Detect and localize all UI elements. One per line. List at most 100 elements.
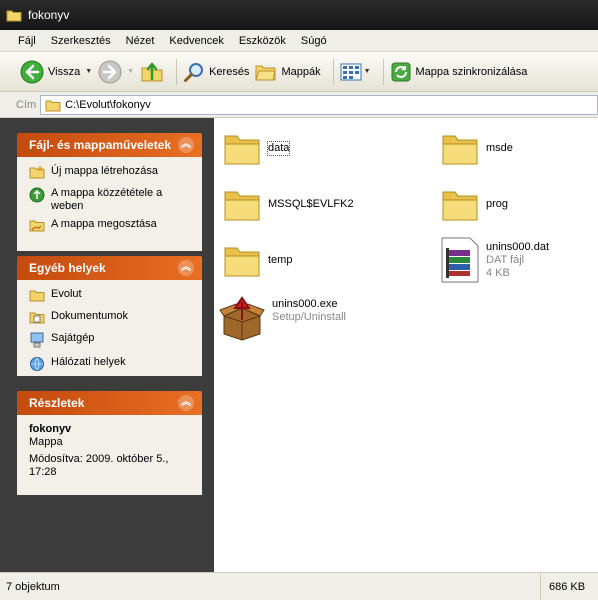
- details-panel-header[interactable]: Részletek ︽: [17, 391, 202, 415]
- collapse-icon[interactable]: ︽: [178, 395, 194, 411]
- file-text: unins000.exe Setup/Uninstall: [266, 298, 346, 324]
- toolbar-separator: [382, 58, 384, 85]
- menu-tools[interactable]: Eszközök: [239, 35, 286, 47]
- back-label: Vissza: [48, 65, 81, 78]
- task-share-folder[interactable]: A mappa megosztása: [29, 218, 192, 235]
- file-item-mssql[interactable]: MSSQL$EVLFK2: [222, 184, 354, 224]
- file-name: unins000.dat: [486, 240, 549, 253]
- task-publish-web[interactable]: A mappa közzététele a weben: [29, 187, 192, 213]
- file-list: data msde MSSQL$EVLFK2 prog temp unins00…: [214, 118, 598, 572]
- details-type: Mappa: [29, 436, 63, 448]
- file-folder-tasks-panel: Fájl- és mappaműveletek ︽ Új mappa létre…: [17, 133, 202, 251]
- menu-favorites[interactable]: Kedvencek: [169, 35, 223, 47]
- search-button[interactable]: Keresés: [183, 57, 249, 87]
- back-button[interactable]: Vissza ▼: [20, 57, 92, 87]
- menu-edit[interactable]: Szerkesztés: [51, 35, 111, 47]
- folder-icon: [45, 100, 61, 111]
- file-name: msde: [486, 141, 513, 154]
- tasks-panel-header[interactable]: Fájl- és mappaműveletek ︽: [17, 133, 202, 157]
- address-field[interactable]: C:\Evolut\fokonyv: [40, 94, 598, 115]
- place-label: Hálózati helyek: [51, 356, 126, 368]
- sync-icon: [391, 62, 411, 81]
- views-icon: [340, 63, 362, 80]
- folder-icon: [224, 247, 260, 277]
- search-icon: [184, 62, 204, 82]
- place-label: Dokumentumok: [51, 310, 129, 322]
- sync-folder-button[interactable]: Mappa szinkronizálása: [390, 57, 528, 87]
- file-item-unins-dat[interactable]: unins000.dat DAT fájl 4 KB: [440, 236, 549, 284]
- file-item-temp[interactable]: temp: [222, 240, 292, 280]
- address-label: Cím: [16, 98, 37, 111]
- file-item-data[interactable]: data: [222, 128, 291, 168]
- toolbar-separator: [332, 58, 334, 85]
- file-name: temp: [268, 253, 293, 266]
- share-folder-icon: [29, 218, 47, 235]
- status-object-count: 7 objektum: [6, 580, 60, 593]
- task-pane: Fájl- és mappaműveletek ︽ Új mappa létre…: [0, 118, 214, 572]
- file-type: Setup/Uninstall: [272, 311, 346, 323]
- place-label: Sajátgép: [51, 332, 95, 344]
- menu-help[interactable]: Súgó: [301, 35, 327, 47]
- place-documents[interactable]: Dokumentumok: [29, 310, 192, 327]
- search-label: Keresés: [209, 65, 250, 78]
- file-name: prog: [486, 197, 509, 210]
- other-places-panel: Egyéb helyek ︽ Evolut Dokumentumok Saját…: [17, 256, 202, 376]
- collapse-icon[interactable]: ︽: [178, 260, 194, 276]
- window-title: fokonyv: [28, 8, 70, 22]
- details-panel-title: Részletek: [29, 396, 85, 410]
- place-my-computer[interactable]: Sajátgép: [29, 332, 192, 351]
- title-bar: fokonyv: [0, 0, 598, 30]
- folders-button[interactable]: Mappák: [255, 57, 321, 87]
- address-path: C:\Evolut\fokonyv: [65, 98, 151, 111]
- collapse-icon[interactable]: ︽: [178, 137, 194, 153]
- toolbar-separator: [176, 58, 178, 85]
- places-panel-header[interactable]: Egyéb helyek ︽: [17, 256, 202, 280]
- place-evolut[interactable]: Evolut: [29, 288, 192, 305]
- documents-icon: [29, 310, 47, 327]
- tasks-panel-title: Fájl- és mappaműveletek: [29, 138, 172, 152]
- file-name: MSSQL$EVLFK2: [268, 197, 354, 210]
- task-label: Új mappa létrehozása: [51, 165, 159, 177]
- file-name: unins000.exe: [272, 298, 338, 310]
- back-dropdown-icon[interactable]: ▼: [85, 68, 92, 75]
- folder-icon: [442, 135, 478, 165]
- up-folder-icon: [141, 62, 163, 81]
- places-panel-title: Egyéb helyek: [29, 261, 106, 275]
- rar-archive-icon: [441, 237, 479, 283]
- task-new-folder[interactable]: Új mappa létrehozása: [29, 165, 192, 182]
- file-item-msde[interactable]: msde: [440, 128, 513, 168]
- details-panel: Részletek ︽ fokonyv Mappa Módosítva: 200…: [17, 391, 202, 495]
- file-text: unins000.dat DAT fájl 4 KB: [480, 241, 549, 280]
- views-dropdown-icon[interactable]: ▼: [364, 68, 371, 75]
- file-item-prog[interactable]: prog: [440, 184, 508, 224]
- task-label: A mappa megosztása: [51, 218, 157, 230]
- task-label: A mappa közzététele a weben: [51, 187, 163, 212]
- folders-label: Mappák: [281, 65, 321, 78]
- details-name: fokonyv: [29, 423, 72, 435]
- folder-icon: [6, 10, 22, 22]
- address-bar: Cím C:\Evolut\fokonyv: [0, 92, 598, 118]
- menu-file[interactable]: Fájl: [18, 35, 36, 47]
- views-button[interactable]: ▼: [340, 57, 371, 87]
- toolbar: Vissza ▼ ▼ Keresés Mappák ▼ Mappa szinkr…: [0, 52, 598, 92]
- sync-label: Mappa szinkronizálása: [415, 65, 528, 78]
- forward-button[interactable]: ▼: [98, 57, 134, 87]
- folder-icon: [224, 135, 260, 165]
- folder-icon: [224, 191, 260, 221]
- publish-web-icon: [29, 187, 47, 206]
- forward-dropdown-icon[interactable]: ▼: [127, 68, 134, 75]
- place-network[interactable]: Hálózati helyek: [29, 356, 192, 375]
- place-label: Evolut: [51, 288, 82, 300]
- forward-arrow-icon: [98, 60, 122, 83]
- folder-icon: [29, 288, 47, 305]
- status-bar: 7 objektum 686 KB: [0, 572, 598, 600]
- status-size: 686 KB: [540, 573, 598, 600]
- back-arrow-icon: [20, 60, 44, 83]
- network-places-icon: [29, 356, 47, 375]
- file-item-unins-exe[interactable]: unins000.exe Setup/Uninstall: [218, 294, 346, 342]
- my-computer-icon: [29, 332, 47, 351]
- file-type: DAT fájl: [486, 253, 525, 266]
- file-size: 4 KB: [486, 266, 510, 279]
- menu-view[interactable]: Nézet: [126, 35, 155, 47]
- up-button[interactable]: [140, 57, 164, 87]
